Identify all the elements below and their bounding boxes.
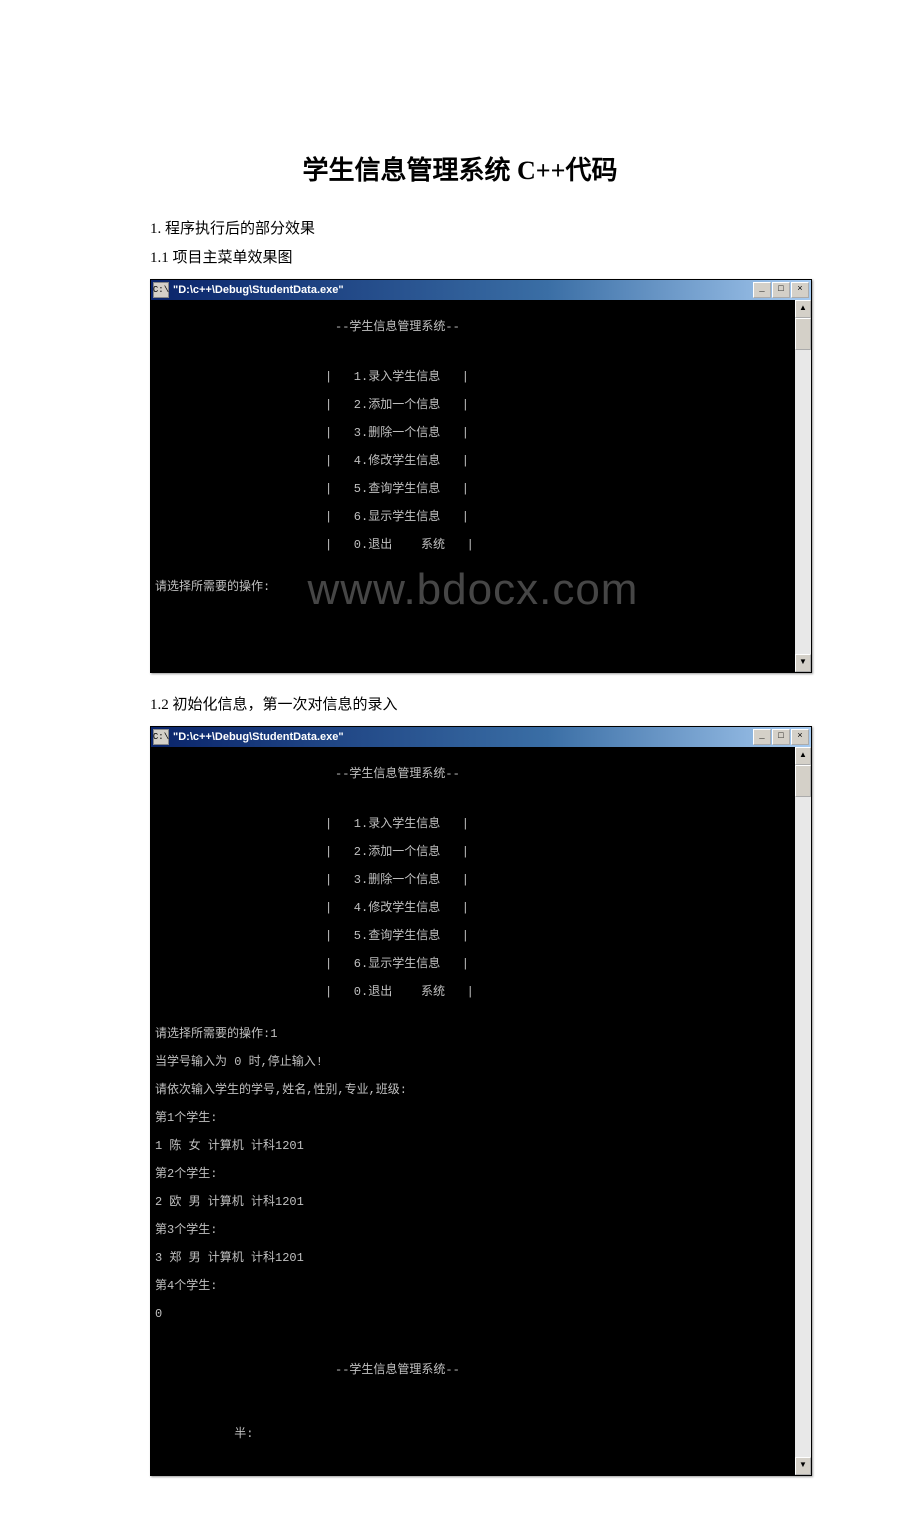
section-1-heading: 1. 程序执行后的部分效果 xyxy=(150,217,770,238)
hint-line: 请依次输入学生的学号,姓名,性别,专业,班级: xyxy=(155,1083,791,1097)
menu-item: | 0.退出 系统 | xyxy=(325,985,791,999)
menu-item: | 3.删除一个信息 | xyxy=(325,426,791,440)
close-button[interactable]: × xyxy=(791,282,809,298)
student-header: 第3个学生: xyxy=(155,1223,791,1237)
scroll-up-button[interactable]: ▲ xyxy=(795,300,811,318)
menu-item: | 0.退出 系统 | xyxy=(325,538,791,552)
student-line: 1 陈 女 计算机 计科1201 xyxy=(155,1139,791,1153)
minimize-button[interactable]: _ xyxy=(753,282,771,298)
menu-item: | 5.查询学生信息 | xyxy=(325,929,791,943)
scroll-down-button[interactable]: ▼ xyxy=(795,1457,811,1475)
window-title: "D:\c++\Debug\StudentData.exe" xyxy=(173,284,753,296)
student-line: 2 欧 男 计算机 计科1201 xyxy=(155,1195,791,1209)
menu-item: | 1.录入学生信息 | xyxy=(325,817,791,831)
menu-item: | 5.查询学生信息 | xyxy=(325,482,791,496)
prompt-line: 请选择所需要的操作:1 xyxy=(155,1027,791,1041)
scroll-up-button[interactable]: ▲ xyxy=(795,747,811,765)
console-body-wrap: --学生信息管理系统-- | 1.录入学生信息 | | 2.添加一个信息 | |… xyxy=(151,300,811,672)
menu-item: | 6.显示学生信息 | xyxy=(325,957,791,971)
menu-item: | 2.添加一个信息 | xyxy=(325,845,791,859)
document-title: 学生信息管理系统 C++代码 xyxy=(150,150,770,187)
vertical-scrollbar[interactable]: ▲ ▼ xyxy=(795,747,811,1475)
section-1-1-heading: 1.1 项目主菜单效果图 xyxy=(150,246,770,267)
scroll-thumb[interactable] xyxy=(795,318,811,350)
window-title: "D:\c++\Debug\StudentData.exe" xyxy=(173,731,753,743)
vertical-scrollbar[interactable]: ▲ ▼ xyxy=(795,300,811,672)
menu-item: | 4.修改学生信息 | xyxy=(325,454,791,468)
menu-header: --学生信息管理系统-- xyxy=(335,767,791,781)
section-1-2-heading: 1.2 初始化信息，第一次对信息的录入 xyxy=(150,693,770,714)
app-icon: C:\ xyxy=(153,282,169,298)
scroll-track[interactable] xyxy=(795,318,811,654)
menu-header: --学生信息管理系统-- xyxy=(335,1363,791,1377)
student-header: 第1个学生: xyxy=(155,1111,791,1125)
titlebar[interactable]: C:\ "D:\c++\Debug\StudentData.exe" _ □ × xyxy=(151,280,811,300)
hint-line: 当学号输入为 0 时,停止输入! xyxy=(155,1055,791,1069)
titlebar[interactable]: C:\ "D:\c++\Debug\StudentData.exe" _ □ × xyxy=(151,727,811,747)
app-icon: C:\ xyxy=(153,729,169,745)
menu-block: | 1.录入学生信息 | | 2.添加一个信息 | | 3.删除一个信息 | |… xyxy=(325,356,791,566)
menu-item: | 2.添加一个信息 | xyxy=(325,398,791,412)
student-header: 第2个学生: xyxy=(155,1167,791,1181)
blank-line xyxy=(155,1335,791,1349)
menu-header: --学生信息管理系统-- xyxy=(335,320,791,334)
document-page: 学生信息管理系统 C++代码 1. 程序执行后的部分效果 1.1 项目主菜单效果… xyxy=(0,0,920,1536)
maximize-button[interactable]: □ xyxy=(772,282,790,298)
console-window-1: C:\ "D:\c++\Debug\StudentData.exe" _ □ ×… xyxy=(150,279,812,673)
minimize-button[interactable]: _ xyxy=(753,729,771,745)
console-body-wrap: --学生信息管理系统-- | 1.录入学生信息 | | 2.添加一个信息 | |… xyxy=(151,747,811,1475)
menu-item: | 3.删除一个信息 | xyxy=(325,873,791,887)
student-header: 第4个学生: xyxy=(155,1279,791,1293)
console-output: --学生信息管理系统-- | 1.录入学生信息 | | 2.添加一个信息 | |… xyxy=(151,300,795,672)
console-output: --学生信息管理系统-- | 1.录入学生信息 | | 2.添加一个信息 | |… xyxy=(151,747,795,1475)
menu-item: | 6.显示学生信息 | xyxy=(325,510,791,524)
student-line: 3 郑 男 计算机 计科1201 xyxy=(155,1251,791,1265)
close-button[interactable]: × xyxy=(791,729,809,745)
window-controls: _ □ × xyxy=(753,729,809,745)
prompt-line: 请选择所需要的操作: xyxy=(155,580,791,594)
footer-caret-line: 半: xyxy=(155,1427,791,1441)
window-controls: _ □ × xyxy=(753,282,809,298)
scroll-track[interactable] xyxy=(795,765,811,1457)
menu-block: | 1.录入学生信息 | | 2.添加一个信息 | | 3.删除一个信息 | |… xyxy=(325,803,791,1013)
maximize-button[interactable]: □ xyxy=(772,729,790,745)
console-window-2: C:\ "D:\c++\Debug\StudentData.exe" _ □ ×… xyxy=(150,726,812,1476)
blank-line xyxy=(155,1399,791,1413)
menu-item: | 4.修改学生信息 | xyxy=(325,901,791,915)
scroll-thumb[interactable] xyxy=(795,765,811,797)
scroll-down-button[interactable]: ▼ xyxy=(795,654,811,672)
student-line: 0 xyxy=(155,1307,791,1321)
menu-item: | 1.录入学生信息 | xyxy=(325,370,791,384)
